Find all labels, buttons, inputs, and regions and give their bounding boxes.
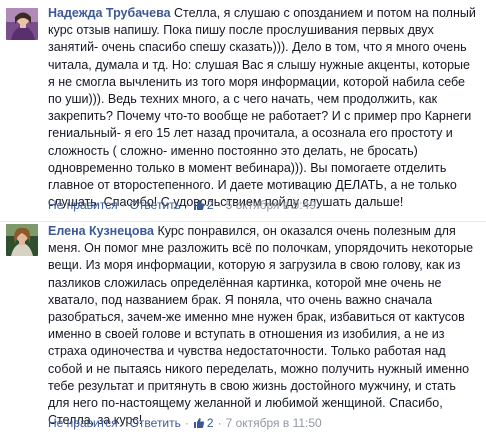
comment-author[interactable]: Надежда Трубачева xyxy=(48,6,171,20)
avatar-photo-icon xyxy=(6,8,38,40)
separator-dot: · xyxy=(121,416,126,430)
likes-count[interactable]: 2 xyxy=(207,416,214,430)
reply-link[interactable]: Ответить xyxy=(130,416,181,430)
comment-body: Елена Кузнецова Курс понравился, он оказ… xyxy=(48,223,478,429)
avatar-photo-icon xyxy=(6,224,38,256)
comment-actions: Не нравится · Ответить · 2 · 5 октября в… xyxy=(48,198,316,212)
separator-dot: · xyxy=(184,198,189,212)
comment-timestamp[interactable]: 7 октября в 11:50 xyxy=(226,416,322,430)
comment-text: Курс понравился, он оказался очень полез… xyxy=(48,224,474,428)
comment-actions: Не нравится · Ответить · 2 · 7 октября в… xyxy=(48,416,322,430)
comment-text: Стелла, я слушаю с опозданием и потом на… xyxy=(48,6,476,210)
separator-dot: · xyxy=(217,416,222,430)
comment-author[interactable]: Елена Кузнецова xyxy=(48,224,154,238)
thumbs-up-icon[interactable] xyxy=(193,417,205,429)
separator-dot: · xyxy=(184,416,189,430)
avatar[interactable] xyxy=(6,8,38,40)
comment-item: Надежда Трубачева Стелла, я слушаю с опо… xyxy=(0,0,486,222)
comment-body: Надежда Трубачева Стелла, я слушаю с опо… xyxy=(48,5,478,211)
thumbs-up-icon[interactable] xyxy=(193,199,205,211)
unlike-link[interactable]: Не нравится xyxy=(48,416,118,430)
comment-item: Елена Кузнецова Курс понравился, он оказ… xyxy=(0,222,486,442)
avatar[interactable] xyxy=(6,224,38,256)
reply-link[interactable]: Ответить xyxy=(130,198,181,212)
likes-count[interactable]: 2 xyxy=(207,198,214,212)
comment-timestamp[interactable]: 5 октября в 9:49 xyxy=(226,198,316,212)
separator-dot: · xyxy=(217,198,222,212)
separator-dot: · xyxy=(121,198,126,212)
unlike-link[interactable]: Не нравится xyxy=(48,198,118,212)
